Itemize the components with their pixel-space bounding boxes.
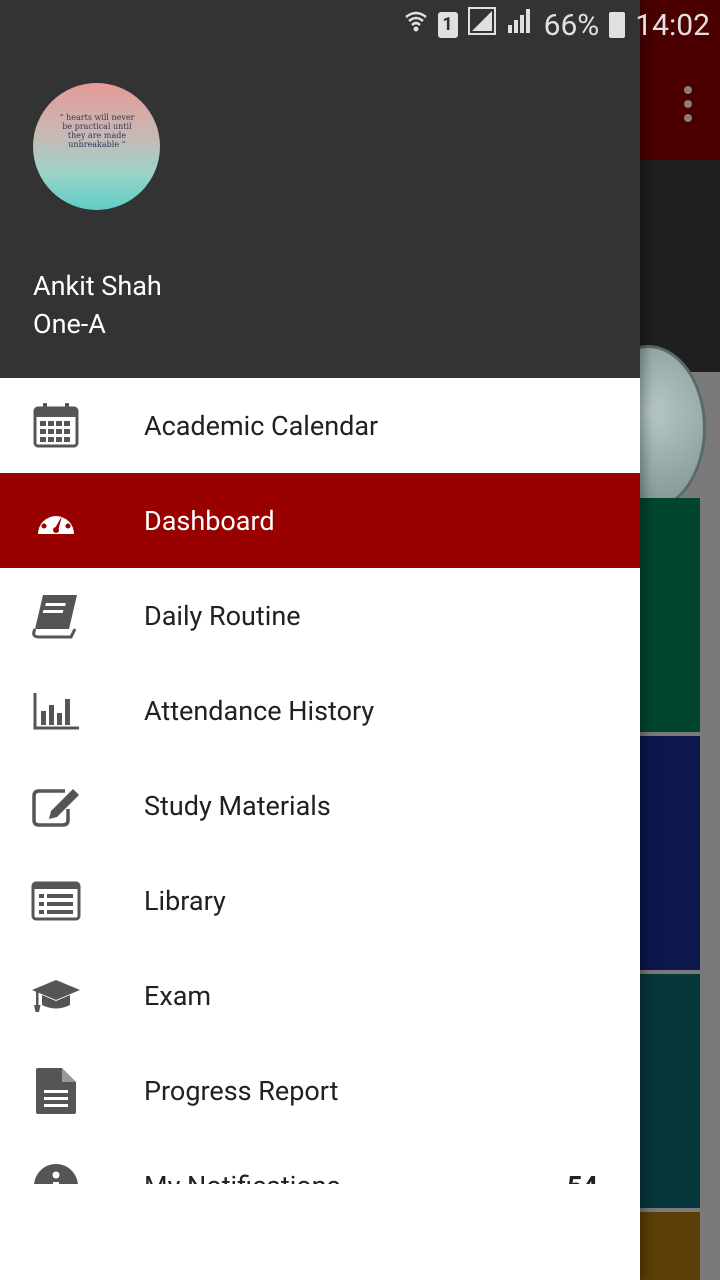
avatar-quote-text: “ hearts will never be practical until t…	[59, 113, 135, 149]
menu-item-my-notifications[interactable]: My Notifications 54	[0, 1138, 640, 1184]
sim-slot-icon: 1	[437, 12, 458, 38]
bar-chart-icon	[30, 685, 82, 737]
menu-item-library[interactable]: Library	[0, 853, 640, 948]
edit-icon	[30, 780, 82, 832]
menu-item-label: My Notifications	[144, 1170, 341, 1185]
menu-item-label: Academic Calendar	[144, 409, 379, 442]
menu-item-label: Study Materials	[144, 789, 331, 822]
menu-item-label: Library	[144, 884, 226, 917]
drawer-menu: Academic Calendar Dashboard Daily Routin…	[0, 378, 640, 1184]
avatar[interactable]: “ hearts will never be practical until t…	[33, 83, 160, 210]
menu-item-dashboard[interactable]: Dashboard	[0, 473, 640, 568]
menu-item-label: Progress Report	[144, 1074, 339, 1107]
more-options-icon	[684, 86, 692, 122]
menu-item-exam[interactable]: Exam	[0, 948, 640, 1043]
calendar-icon	[30, 400, 82, 452]
menu-item-label: Exam	[144, 979, 212, 1012]
graduation-cap-icon	[30, 970, 82, 1022]
menu-item-daily-routine[interactable]: Daily Routine	[0, 568, 640, 663]
wifi-icon	[404, 8, 428, 43]
status-bar: 1 66% 14:02	[0, 0, 720, 50]
info-icon	[30, 1160, 82, 1184]
menu-item-label: Dashboard	[144, 504, 275, 537]
navigation-drawer: “ hearts will never be practical until t…	[0, 0, 640, 1280]
list-icon	[30, 875, 82, 927]
notification-count-badge: 54	[567, 1170, 598, 1185]
profile-name: Ankit Shah	[33, 270, 162, 302]
clock: 14:02	[635, 7, 710, 43]
profile-class: One-A	[33, 308, 106, 340]
menu-item-label: Daily Routine	[144, 599, 301, 632]
menu-item-study-materials[interactable]: Study Materials	[0, 758, 640, 853]
signal-icon	[467, 7, 496, 43]
drawer-header: “ hearts will never be practical until t…	[0, 0, 640, 378]
document-icon	[30, 1065, 82, 1117]
battery-percentage: 66%	[543, 7, 600, 43]
signal-strength-icon	[506, 7, 534, 43]
menu-item-progress-report[interactable]: Progress Report	[0, 1043, 640, 1138]
battery-icon	[609, 12, 626, 38]
book-icon	[30, 590, 82, 642]
menu-item-attendance-history[interactable]: Attendance History	[0, 663, 640, 758]
dashboard-gauge-icon	[30, 495, 82, 547]
menu-item-academic-calendar[interactable]: Academic Calendar	[0, 378, 640, 473]
menu-item-label: Attendance History	[144, 694, 375, 727]
